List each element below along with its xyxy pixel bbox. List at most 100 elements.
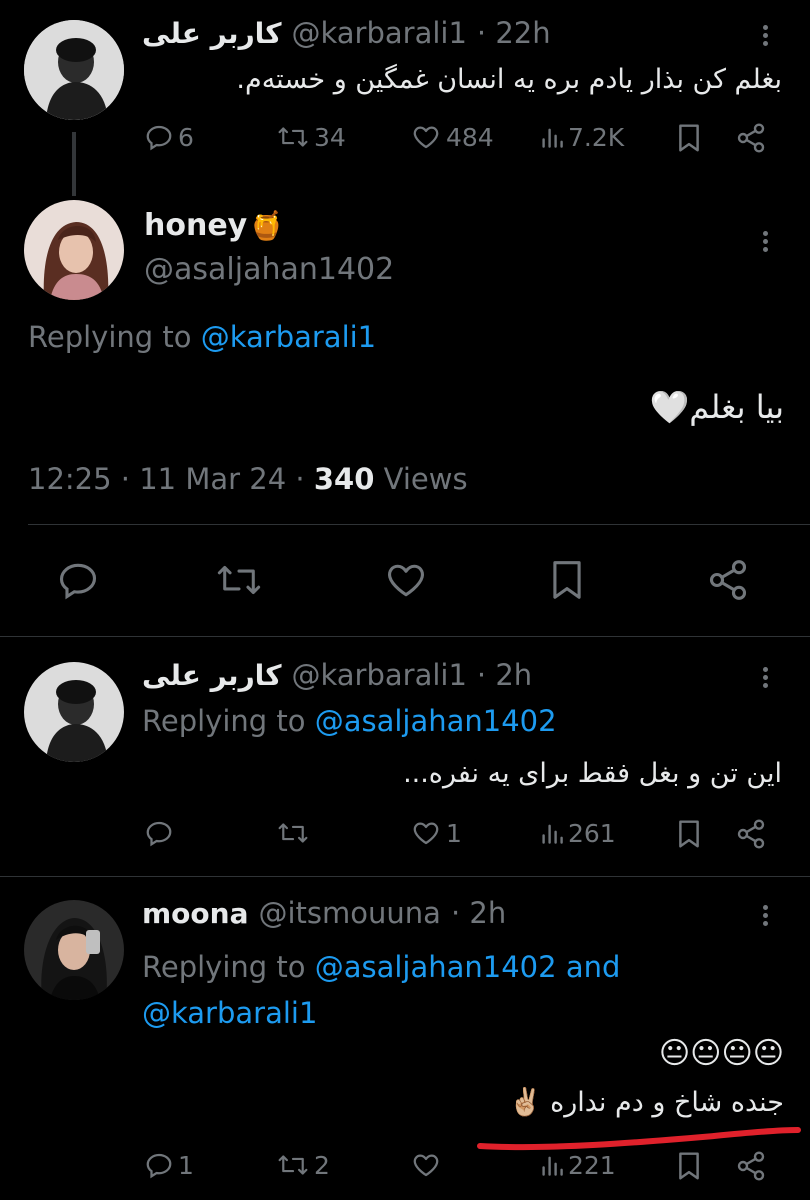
emoji-line: 😐😐😐😐 — [658, 1036, 784, 1071]
replying-to-handle[interactable]: @asaljahan1402 — [315, 704, 557, 738]
share-button[interactable] — [735, 122, 767, 154]
like-count: 1 — [446, 818, 462, 848]
share-icon — [737, 819, 765, 849]
tweet-time[interactable]: 12:25 — [28, 462, 112, 496]
share-button[interactable] — [735, 818, 767, 850]
avatar[interactable] — [24, 900, 124, 1000]
retweet-icon — [278, 127, 308, 147]
tweet-text-content: جنده شاخ و دم نداره — [550, 1086, 784, 1118]
like-button[interactable] — [410, 1150, 446, 1180]
bookmark-icon — [553, 561, 581, 599]
display-name[interactable]: honey — [144, 208, 247, 243]
reply-icon — [146, 125, 172, 151]
share-button[interactable] — [706, 558, 750, 602]
white-heart-emoji: 🤍 — [649, 388, 690, 426]
replying-to: Replying to @asaljahan1402 — [142, 704, 557, 738]
like-icon — [413, 126, 439, 149]
replying-label: Replying to — [142, 950, 306, 984]
avatar[interactable] — [24, 662, 124, 762]
retweet-button[interactable]: 34 — [276, 122, 346, 152]
share-button[interactable] — [735, 1150, 767, 1182]
reply-button[interactable]: 1 — [144, 1150, 194, 1180]
tweet-text: بغلم کن بذار یادم بره یه انسان غمگین و خ… — [236, 64, 782, 95]
like-button[interactable] — [384, 558, 428, 602]
bookmark-icon — [679, 124, 699, 152]
reply-count: 1 — [178, 1150, 194, 1180]
views-count: 340 — [313, 462, 375, 496]
like-icon — [413, 822, 439, 845]
retweet-count: 34 — [314, 122, 346, 152]
views-icon — [542, 128, 563, 148]
views-count: 221 — [568, 1150, 616, 1180]
views-count: 261 — [568, 818, 616, 848]
retweet-count: 2 — [314, 1150, 330, 1180]
reply-icon — [146, 1153, 172, 1179]
display-name[interactable]: کاربر علی — [142, 659, 281, 692]
reply-count: 6 — [178, 122, 194, 152]
tweet-date[interactable]: 11 Mar 24 — [139, 462, 286, 496]
avatar[interactable] — [24, 200, 124, 300]
timestamp[interactable]: · 22h — [477, 16, 551, 50]
handle[interactable]: @karbarali1 — [291, 658, 466, 692]
reply-icon — [59, 563, 97, 600]
handle[interactable]: @asaljahan1402 — [144, 252, 394, 287]
reply-button[interactable] — [56, 558, 100, 602]
replying-to-handle[interactable]: @karbarali1 — [201, 320, 376, 354]
views-icon — [542, 1156, 563, 1176]
tweet-metadata: 12:25 · 11 Mar 24 · 340 Views — [28, 462, 468, 496]
divider — [28, 524, 810, 525]
bookmark-icon — [679, 820, 699, 848]
like-icon — [413, 1154, 439, 1177]
views-button[interactable]: 7.2K — [540, 122, 624, 152]
timestamp[interactable]: · 2h — [477, 658, 532, 692]
replying-to-handle[interactable]: @asaljahan1402 — [315, 950, 557, 984]
more-icon[interactable] — [763, 902, 768, 929]
avatar-image — [24, 900, 124, 1000]
avatar-image — [24, 662, 124, 762]
more-icon[interactable] — [763, 22, 768, 49]
bookmark-icon — [679, 1152, 699, 1180]
honey-pot-emoji: 🍯 — [249, 209, 285, 242]
share-icon — [737, 123, 765, 153]
timestamp[interactable]: · 2h — [451, 896, 506, 930]
retweet-icon — [278, 1155, 308, 1175]
views-label: Views — [383, 462, 468, 496]
share-icon — [709, 560, 747, 600]
bookmark-button[interactable] — [675, 122, 703, 154]
replying-label: Replying to — [28, 320, 192, 354]
replying-and-label: and — [565, 950, 621, 984]
tweet-text: بیا بغلم 🤍 — [28, 388, 784, 426]
avatar[interactable] — [24, 20, 124, 120]
victory-hand-emoji: ✌🏼 — [508, 1087, 543, 1118]
replying-to: Replying to @karbarali1 — [28, 320, 376, 354]
divider — [0, 636, 810, 637]
more-icon[interactable] — [763, 664, 768, 691]
reply-icon — [146, 821, 172, 847]
handle[interactable]: @karbarali1 — [291, 16, 466, 50]
like-button[interactable]: 484 — [410, 122, 494, 152]
bookmark-button[interactable] — [548, 556, 586, 604]
more-icon[interactable] — [763, 228, 768, 255]
reply-button[interactable] — [144, 818, 178, 848]
retweet-button[interactable]: 2 — [276, 1150, 330, 1180]
like-icon — [388, 564, 424, 597]
views-button[interactable]: 221 — [540, 1150, 616, 1180]
views-button[interactable]: 261 — [540, 818, 616, 848]
replying-to-handle[interactable]: @karbarali1 — [142, 996, 317, 1030]
thread-connector-line — [72, 132, 76, 196]
avatar-image — [24, 200, 124, 300]
handle[interactable]: @itsmouuna — [258, 896, 440, 930]
retweet-button[interactable] — [276, 818, 314, 848]
display-name[interactable]: moona — [142, 897, 248, 930]
views-count: 7.2K — [568, 122, 625, 152]
display-name[interactable]: کاربر علی — [142, 17, 281, 50]
bookmark-button[interactable] — [675, 818, 703, 850]
avatar-image — [24, 20, 124, 120]
like-count: 484 — [446, 122, 494, 152]
bookmark-button[interactable] — [675, 1150, 703, 1182]
retweet-button[interactable] — [214, 558, 264, 602]
like-button[interactable]: 1 — [410, 818, 462, 848]
retweet-icon — [278, 823, 308, 843]
retweet-icon — [217, 565, 261, 595]
reply-button[interactable]: 6 — [144, 122, 194, 152]
